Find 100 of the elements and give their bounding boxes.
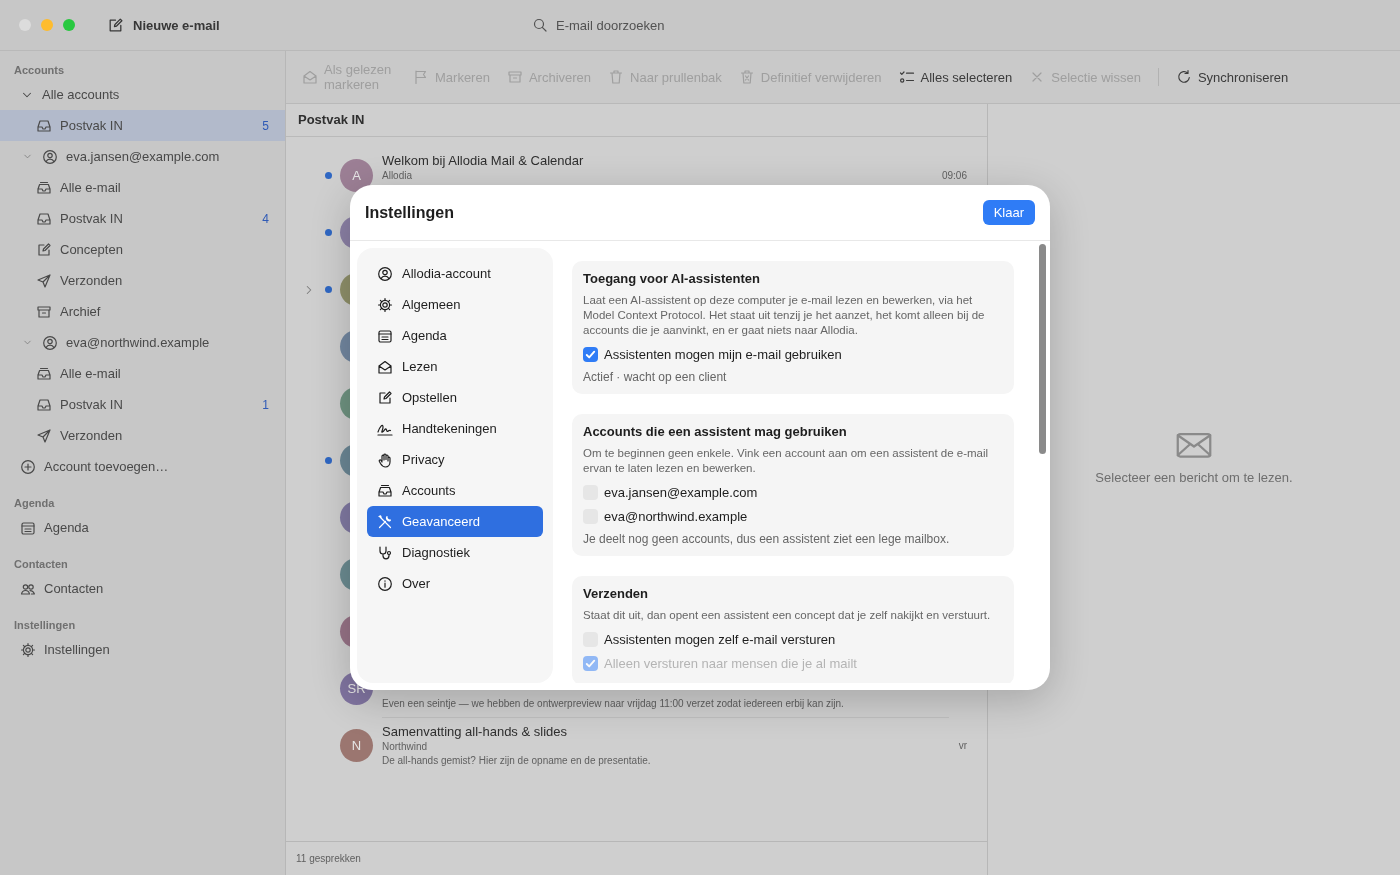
sidebar-item[interactable]: Concepten (0, 234, 285, 265)
status-note: Actief · wacht op een client (583, 370, 728, 384)
sidebar-item[interactable]: Verzonden (0, 420, 285, 451)
user-circle-icon (42, 334, 58, 351)
paper-plane-icon (36, 272, 52, 289)
settings-nav-item[interactable]: Handtekeningen (367, 413, 543, 444)
avatar: N (340, 729, 373, 762)
compose-icon (377, 389, 393, 406)
sidebar-item[interactable]: Alle e-mail (0, 172, 285, 203)
archive-icon (36, 303, 52, 320)
checkbox-label: Assistenten mogen zelf e-mail versturen (604, 631, 836, 647)
sidebar-item[interactable]: Account toevoegen… (0, 451, 285, 482)
scrollbar[interactable] (1039, 244, 1046, 454)
sidebar-item[interactable]: Verzonden (0, 265, 285, 296)
settings-nav-item[interactable]: Agenda (367, 320, 543, 351)
compose-icon (36, 241, 52, 258)
sidebar-item[interactable]: Contacten (0, 573, 285, 604)
card-title: Verzenden (583, 586, 650, 601)
checkbox[interactable] (583, 346, 598, 362)
message-sender: Allodia (382, 169, 414, 183)
user-circle-icon (42, 148, 58, 165)
sidebar-item[interactable]: Instellingen (0, 634, 285, 665)
sidebar-item[interactable]: Postvak IN 5 (0, 110, 285, 141)
sidebar-item[interactable]: Archief (0, 296, 285, 327)
trash-icon (608, 69, 625, 85)
message-time: vr (958, 740, 967, 751)
refresh-icon (1175, 69, 1192, 85)
gear-icon (377, 296, 393, 313)
settings-nav-item[interactable]: Lezen (367, 351, 543, 382)
unread-count: 4 (262, 211, 269, 226)
unread-count: 5 (262, 118, 269, 133)
settings-nav-item[interactable]: Over (367, 568, 543, 599)
card-title: Toegang voor AI-assistenten (583, 271, 761, 286)
tray-stack-icon (36, 179, 52, 196)
search-icon (532, 17, 548, 33)
card-description: Om te beginnen geen enkele. Vink een account aan om een assistent de e-mail ervan te laten lezen en bewerken. (583, 446, 990, 476)
done-button[interactable]: Klaar (982, 200, 1035, 225)
checkbox-label: eva@northwind.example (604, 508, 748, 524)
minimize-window-button[interactable] (41, 19, 53, 31)
conversation-count: 11 gesprekken (296, 853, 361, 864)
user-circle-icon (377, 265, 393, 282)
settings-nav-item[interactable]: Algemeen (367, 289, 543, 320)
trash-x-icon (738, 69, 755, 85)
inbox-icon (36, 117, 52, 134)
message-time: 09:06 (941, 170, 967, 181)
calendar-icon (377, 327, 393, 344)
inbox-icon (36, 396, 52, 413)
message-subject: Samenvatting all-hands & slides (382, 724, 568, 740)
message-preview: Even een seintje — we hebben de ontwerpreview naar vrijdag 11:00 verzet zodat iedereen erbij kan zijn. (382, 697, 845, 711)
info-icon (377, 575, 393, 592)
tools-icon (377, 513, 393, 530)
paper-plane-icon (36, 427, 52, 444)
archive-icon (506, 69, 523, 85)
message-preview: De all-hands gemist? Hier zijn de opname en de presentatie. (382, 754, 652, 768)
checkbox-label: Assistenten mogen mijn e-mail gebruiken (604, 346, 842, 362)
empty-reader-message: Selecteer een bericht om te lezen. (1095, 470, 1293, 485)
plus-circle-icon (20, 458, 36, 475)
settings-nav-item[interactable]: Allodia-account (367, 258, 543, 289)
compose-icon (107, 16, 124, 34)
message-sender: Northwind (382, 740, 429, 754)
maximize-window-button[interactable] (63, 19, 75, 31)
card-title: Accounts die een assistent mag gebruiken (583, 424, 848, 439)
tray-stack-icon (36, 365, 52, 382)
sidebar-item[interactable]: eva@northwind.example (0, 327, 285, 358)
message-subject: Welkom bij Allodia Mail & Calendar (382, 153, 585, 169)
unread-count: 1 (262, 397, 269, 412)
checkbox-label: Alleen versturen naar mensen die je al mailt (604, 655, 857, 671)
toolbar-button[interactable]: Synchroniseren (1175, 69, 1289, 85)
search-field[interactable]: E-mail doorzoeken (554, 16, 708, 34)
list-check-icon (898, 69, 915, 85)
status-note: Je deelt nog geen accounts, dus een assistent ziet een lege mailbox. (583, 532, 951, 546)
sidebar-item[interactable]: eva.jansen@example.com (0, 141, 285, 172)
sidebar-item[interactable]: Postvak IN 1 (0, 389, 285, 420)
section-heading: Instellingen (13, 618, 77, 633)
card-description: Staat dit uit, dan opent een assistent een concept dat je zelf nakijkt en verstuurt. (583, 608, 992, 623)
sidebar-item[interactable]: Postvak IN 4 (0, 203, 285, 234)
settings-nav-item[interactable]: Opstellen (367, 382, 543, 413)
card-description: Laat een AI-assistent op deze computer je e-mail lezen en bewerken, via het Model Context Protocol. Het staat uit tenzij je het aanzet, het komt alleen bij de accounts die je aanvinkt, en er gaat niets naar Allodia. (583, 293, 986, 338)
flag-icon (413, 69, 429, 85)
settings-nav-item[interactable]: Geavanceerd (367, 506, 543, 537)
sidebar-item[interactable]: Alle e-mail (0, 358, 285, 389)
tray-stack-icon (377, 482, 393, 499)
settings-nav-item[interactable]: Diagnostiek (367, 537, 543, 568)
toolbar-button[interactable]: Alles selecteren (898, 69, 1013, 85)
mailbox-title: Postvak IN (286, 104, 987, 137)
dialog-title: Instellingen (365, 203, 454, 222)
stethoscope-icon (377, 544, 393, 561)
sidebar-item[interactable]: Agenda (0, 512, 285, 543)
section-heading: Contacten (13, 557, 69, 572)
sidebar-item[interactable]: Alle accounts (0, 79, 285, 110)
section-heading: Agenda (13, 496, 56, 511)
settings-nav-item[interactable]: Accounts (367, 475, 543, 506)
gear-icon (20, 641, 36, 658)
envelope-open-icon (302, 69, 318, 85)
section-heading: Accounts (13, 63, 66, 78)
new-email-button[interactable]: Nieuwe e-mail (107, 16, 220, 34)
message-row[interactable]: N Samenvatting all-hands & slides Northwind De all-hands gemist? Hier zijn de opname en de presentatie. vr (286, 717, 987, 774)
settings-nav-item[interactable]: Privacy (367, 444, 543, 475)
calendar-icon (20, 519, 36, 536)
avatar: A (340, 159, 373, 192)
